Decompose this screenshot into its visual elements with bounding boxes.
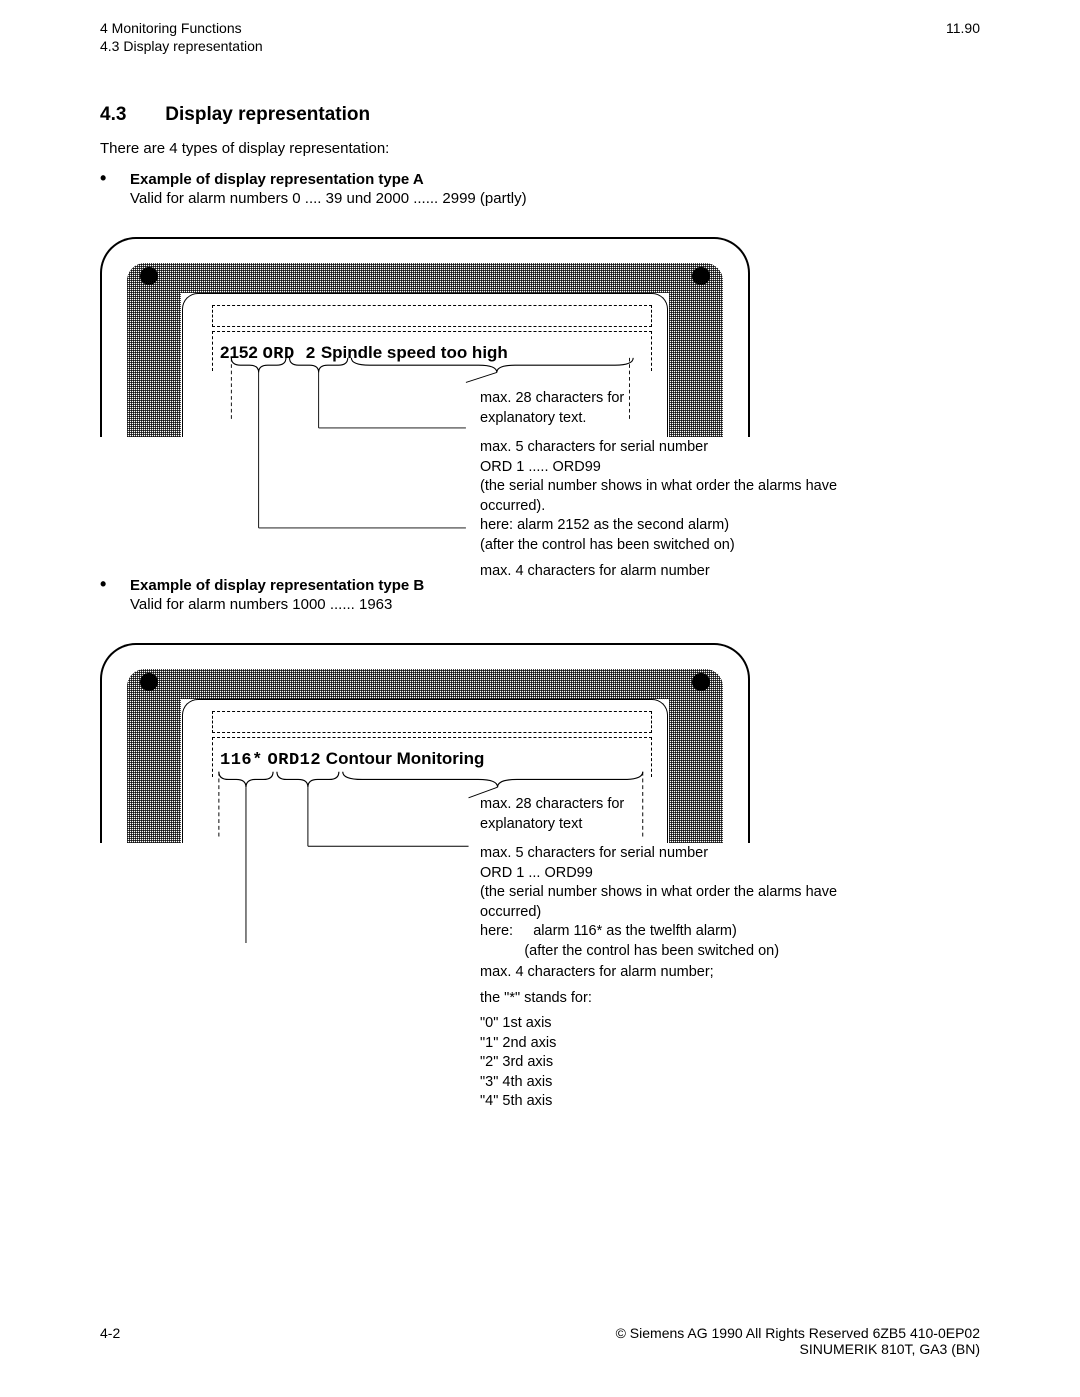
callout-text: max. 4 characters for alarm number	[480, 563, 710, 579]
alarm-number: 2152	[220, 343, 258, 362]
alarm-text: Spindle speed too high	[321, 343, 508, 362]
crt-knob-icon	[140, 267, 158, 285]
crt-figure-a: 2152 ORD 2 Spindle speed too high max. 2…	[100, 237, 750, 567]
axis-item: "4" 5th axis	[480, 1092, 900, 1112]
footer-copyright: © Siemens AG 1990 All Rights Reserved 6Z…	[616, 1325, 980, 1341]
axis-item: "2" 3rd axis	[480, 1053, 900, 1073]
crt-knob-icon	[692, 267, 710, 285]
header-date: 11.90	[946, 20, 980, 36]
callout-text: (after the control has been switched on)	[480, 537, 735, 553]
example-a-title: Example of display representation type A	[130, 171, 980, 188]
page: 4 Monitoring Functions 11.90 4.3 Display…	[0, 0, 1080, 1397]
crt-figure-b: 116* ORD12 Contour Monitoring max. 28 ch…	[100, 643, 750, 953]
running-header: 4 Monitoring Functions 11.90	[100, 20, 980, 36]
axis-item: "3" 4th axis	[480, 1073, 900, 1093]
axis-item: "0" 1st axis	[480, 1014, 900, 1034]
page-footer: 4-2 © Siemens AG 1990 All Rights Reserve…	[100, 1325, 980, 1357]
callout-text: max. 28 characters for	[480, 796, 624, 812]
callout-text: (the serial number shows in what order t…	[480, 478, 837, 514]
bullet-example-a: • Example of display representation type…	[100, 171, 980, 207]
header-chapter: 4 Monitoring Functions	[100, 20, 242, 36]
callout-text: here:	[480, 923, 513, 939]
example-a-sub: Valid for alarm numbers 0 .... 39 und 20…	[130, 190, 980, 207]
crt-knob-icon	[140, 673, 158, 691]
callout-text: (after the control has been switched on)	[524, 943, 779, 959]
callouts-a: max. 28 characters for explanatory text.…	[480, 389, 880, 587]
alarm-text: Contour Monitoring	[326, 749, 485, 768]
alarm-line-b: 116* ORD12 Contour Monitoring	[220, 749, 484, 770]
bullet-icon: •	[100, 171, 130, 207]
alarm-number: 116*	[220, 751, 263, 770]
callout-text: ORD 1 ... ORD99	[480, 865, 593, 881]
footer-page-number: 4-2	[100, 1325, 120, 1357]
callout-text: here: alarm 2152 as the second alarm)	[480, 517, 729, 533]
crt-knob-icon	[692, 673, 710, 691]
callout-text: the "*" stands for:	[480, 989, 900, 1009]
bullet-icon: •	[100, 577, 130, 613]
section-intro: There are 4 types of display representat…	[100, 140, 980, 157]
callout-text: max. 5 characters for serial number	[480, 439, 708, 455]
callout-text: alarm 116* as the twelfth alarm)	[533, 923, 737, 939]
section-heading: 4.3 Display representation	[100, 104, 980, 126]
section-title: Display representation	[165, 104, 370, 125]
axis-item: "1" 2nd axis	[480, 1034, 900, 1054]
callout-text: explanatory text.	[480, 410, 586, 426]
callout-text: max. 5 characters for serial number	[480, 845, 708, 861]
alarm-line-a: 2152 ORD 2 Spindle speed too high	[220, 343, 508, 364]
callout-text: ORD 1 ..... ORD99	[480, 459, 601, 475]
alarm-serial: ORD12	[268, 751, 322, 770]
header-subsection: 4.3 Display representation	[100, 38, 980, 54]
footer-product: SINUMERIK 810T, GA3 (BN)	[800, 1341, 981, 1357]
callouts-b-extra: max. 4 characters for alarm number; the …	[480, 963, 900, 1112]
callout-text: explanatory text	[480, 816, 582, 832]
section-number: 4.3	[100, 104, 160, 126]
callout-text: max. 28 characters for	[480, 390, 624, 406]
callouts-b: max. 28 characters for explanatory text …	[480, 795, 880, 968]
example-b-sub: Valid for alarm numbers 1000 ...... 1963	[130, 596, 980, 613]
alarm-serial: ORD 2	[263, 345, 317, 364]
callout-text: (the serial number shows in what order t…	[480, 884, 837, 920]
